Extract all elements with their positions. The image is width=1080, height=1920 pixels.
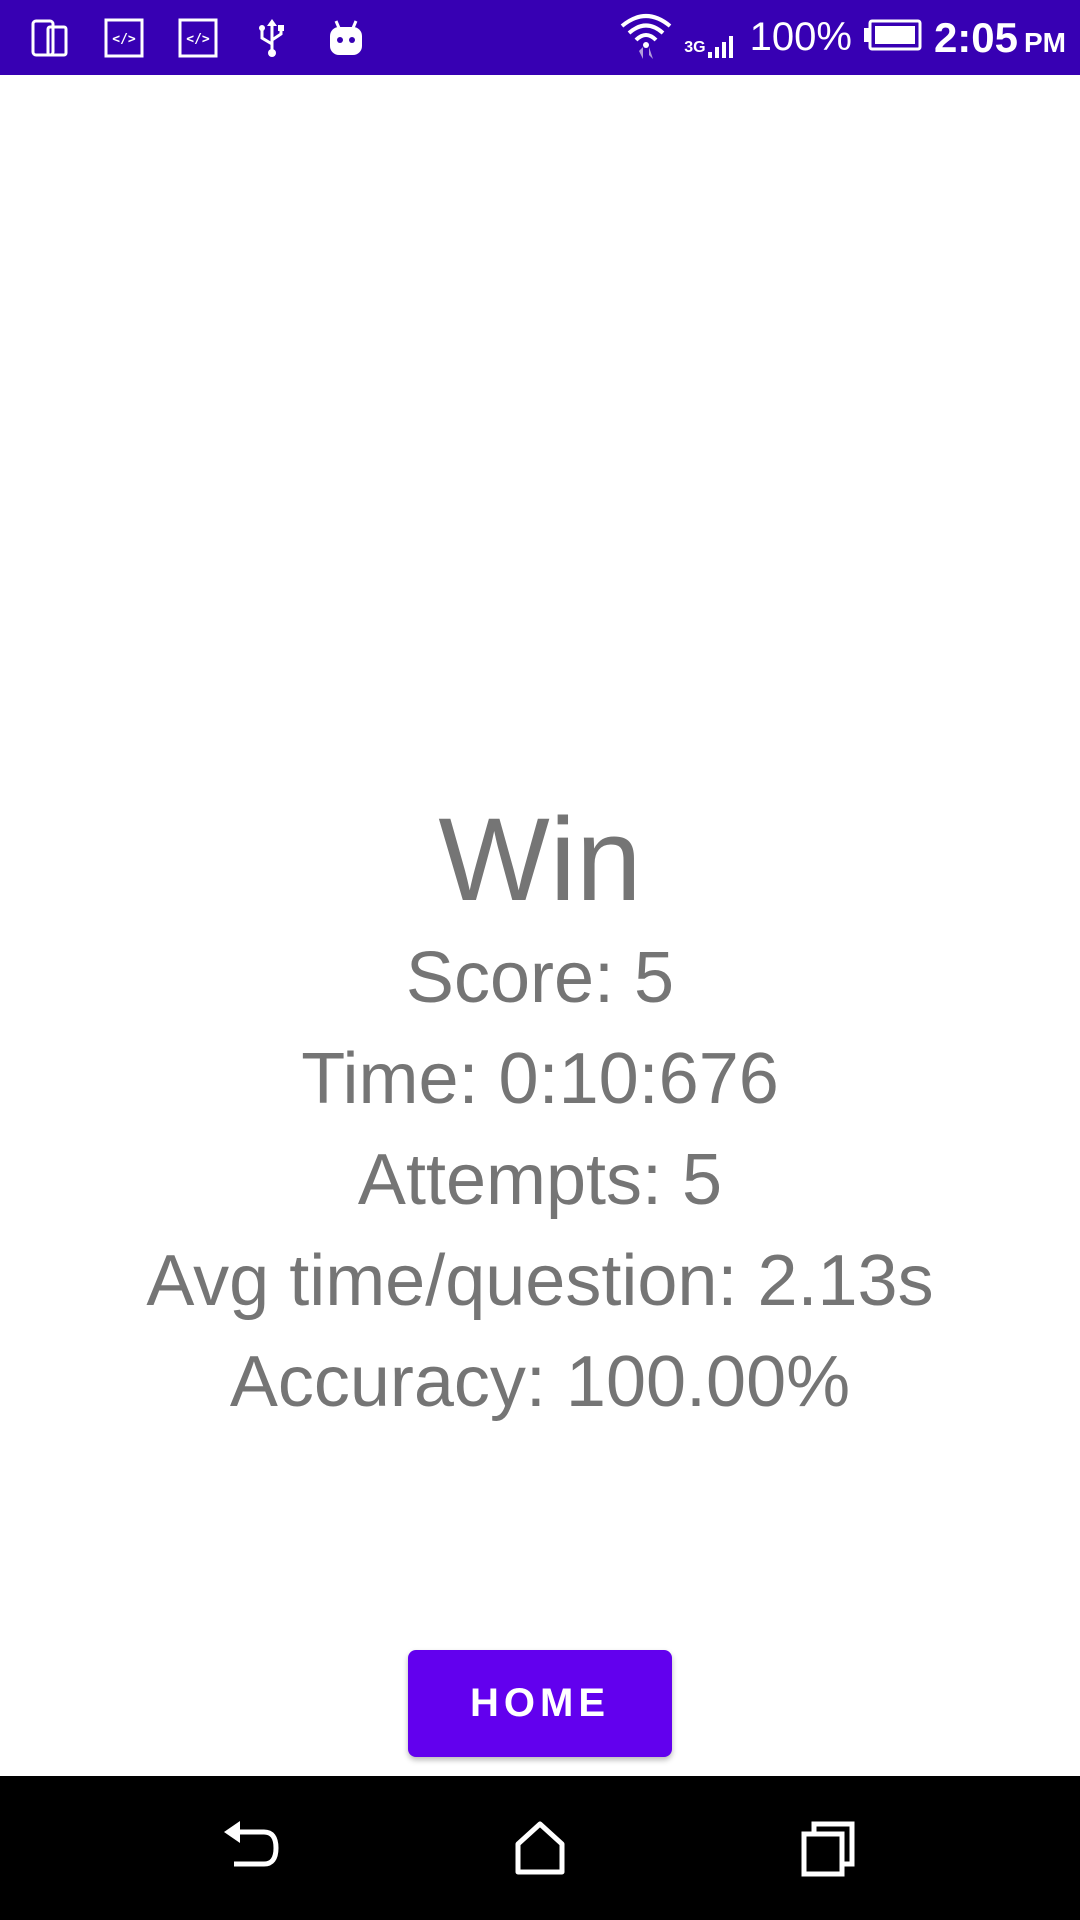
recents-icon: [801, 1821, 855, 1877]
code-icon: </>: [178, 18, 218, 58]
usb-icon: [252, 18, 292, 58]
result-title: Win: [438, 794, 642, 926]
results-panel: Win Score: 5 Time: 0:10:676 Attempts: 5 …: [0, 792, 1080, 1433]
wifi-icon: [620, 10, 672, 65]
time-text: Time: 0:10:676: [301, 1039, 779, 1119]
attempts-text: Attempts: 5: [357, 1140, 723, 1220]
status-bar: </> </> 3G 100% 2:05 PM: [0, 0, 1080, 75]
status-bar-system: 3G 100% 2:05 PM: [620, 0, 1066, 75]
svg-text:</>: </>: [112, 32, 136, 47]
code-icon: </>: [104, 18, 144, 58]
back-button[interactable]: [216, 1812, 288, 1884]
android-icon: [326, 18, 366, 58]
signal-icon: 3G: [684, 18, 737, 58]
status-bar-notifications: </> </>: [30, 0, 366, 75]
clock: 2:05 PM: [934, 14, 1066, 62]
home-button[interactable]: HOME: [408, 1650, 672, 1757]
home-nav-button[interactable]: [504, 1812, 576, 1884]
avg-time-text: Avg time/question: 2.13s: [146, 1241, 934, 1321]
navigation-bar: [0, 1776, 1080, 1920]
score-text: Score: 5: [405, 938, 675, 1018]
battery-percent: 100%: [749, 15, 852, 59]
clock-time: 2:05: [933, 13, 1018, 61]
svg-text:</>: </>: [186, 32, 210, 47]
phone-mirror-icon: [30, 18, 70, 58]
network-type-label: 3G: [684, 38, 706, 56]
accuracy-text: Accuracy: 100.00%: [229, 1342, 851, 1422]
recents-button[interactable]: [792, 1812, 864, 1884]
screen: </> </> 3G 100% 2:05 PM Win Score: 5 Tim…: [0, 0, 1080, 1920]
clock-ampm: PM: [1024, 26, 1066, 58]
home-icon: [515, 1821, 565, 1875]
back-icon: [224, 1821, 279, 1867]
battery-icon: [863, 19, 922, 56]
